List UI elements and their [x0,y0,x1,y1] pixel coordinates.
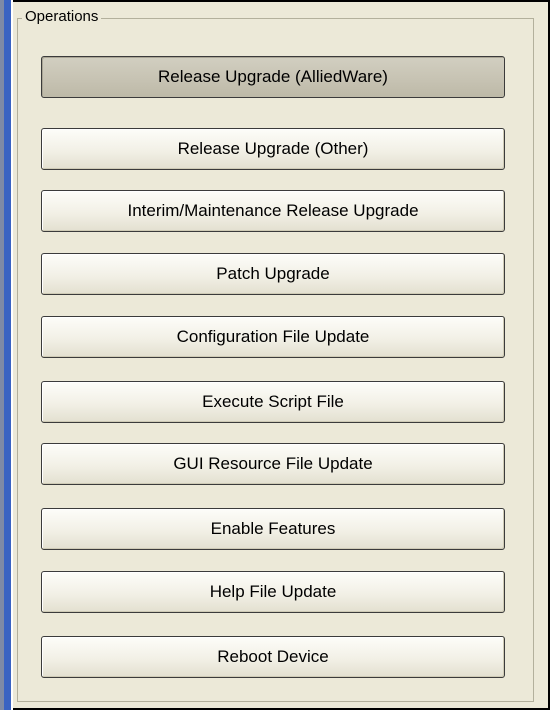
button-label: Configuration File Update [176,327,370,346]
enable-features-button[interactable]: Enable Features [41,508,505,550]
button-label: Execute Script File [202,392,344,411]
button-label: Help File Update [209,582,337,601]
execute-script-file-button[interactable]: Execute Script File [41,381,505,423]
button-label: Enable Features [210,519,336,538]
configuration-file-update-button[interactable]: Configuration File Update [41,316,505,358]
window-top-border [0,0,550,2]
button-label: Reboot Device [217,647,329,666]
left-accent-bar [4,0,11,710]
gui-resource-file-update-button[interactable]: GUI Resource File Update [41,443,505,485]
release-upgrade-alliedware-button[interactable]: Release Upgrade (AlliedWare) [41,56,505,98]
button-label: Release Upgrade (AlliedWare) [158,67,388,86]
operations-group-title: Operations [22,8,102,26]
release-upgrade-other-button[interactable]: Release Upgrade (Other) [41,128,505,170]
help-file-update-button[interactable]: Help File Update [41,571,505,613]
button-label: GUI Resource File Update [173,454,373,473]
button-label: Release Upgrade (Other) [177,139,369,158]
patch-upgrade-button[interactable]: Patch Upgrade [41,253,505,295]
left-accent-highlight [11,0,13,710]
interim-maintenance-release-upgrade-button[interactable]: Interim/Maintenance Release Upgrade [41,190,505,232]
button-label: Patch Upgrade [216,264,330,283]
reboot-device-button[interactable]: Reboot Device [41,636,505,678]
button-label: Interim/Maintenance Release Upgrade [127,201,419,220]
